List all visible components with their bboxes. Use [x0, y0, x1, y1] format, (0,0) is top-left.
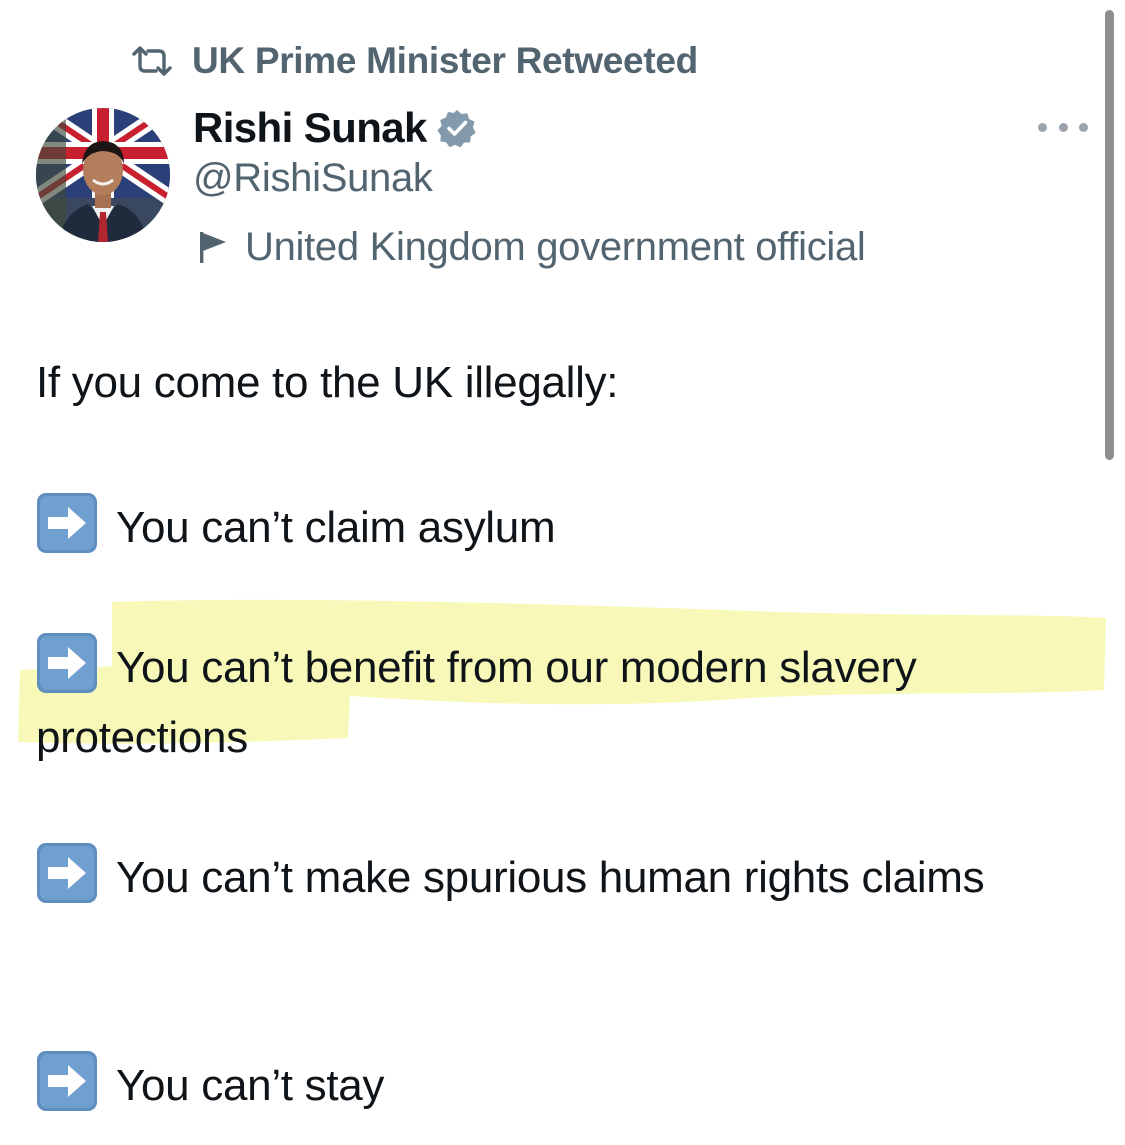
verified-badge-icon[interactable] [437, 108, 477, 148]
retweet-context[interactable]: UK Prime Minister Retweeted [130, 38, 698, 84]
tweet-point-text: You can’t benefit from our modern slaver… [36, 643, 917, 762]
tweet-point-highlighted: You can’t benefit from our modern slaver… [36, 632, 1096, 773]
right-arrow-emoji-icon [36, 842, 98, 904]
tweet-point-text: You can’t make spurious human rights cla… [116, 853, 985, 902]
tweet-point: You can’t claim asylum [36, 492, 1096, 563]
tweet-point-text: You can’t stay [116, 1061, 385, 1110]
author-name-row[interactable]: Rishi Sunak [193, 100, 477, 156]
avatar[interactable] [36, 108, 170, 242]
affiliation-label: United Kingdom government official [245, 224, 866, 269]
more-options-icon[interactable] [1038, 110, 1088, 144]
tweet-point: You can’t make spurious human rights cla… [36, 842, 1096, 913]
right-arrow-emoji-icon [36, 632, 98, 694]
tweet-intro: If you come to the UK illegally: [36, 358, 619, 407]
scrollbar[interactable] [1105, 10, 1114, 460]
flag-icon [200, 232, 226, 263]
author-handle[interactable]: @RishiSunak [193, 156, 433, 201]
author-name[interactable]: Rishi Sunak [193, 104, 427, 152]
tweet-point-text: You can’t claim asylum [116, 503, 556, 552]
right-arrow-emoji-icon [36, 492, 98, 554]
retweet-label: UK Prime Minister Retweeted [192, 40, 698, 81]
right-arrow-emoji-icon [36, 1050, 98, 1112]
affiliation-label-row: United Kingdom government official [195, 222, 866, 272]
retweet-icon [132, 46, 172, 76]
tweet-point: You can’t stay [36, 1050, 1096, 1121]
